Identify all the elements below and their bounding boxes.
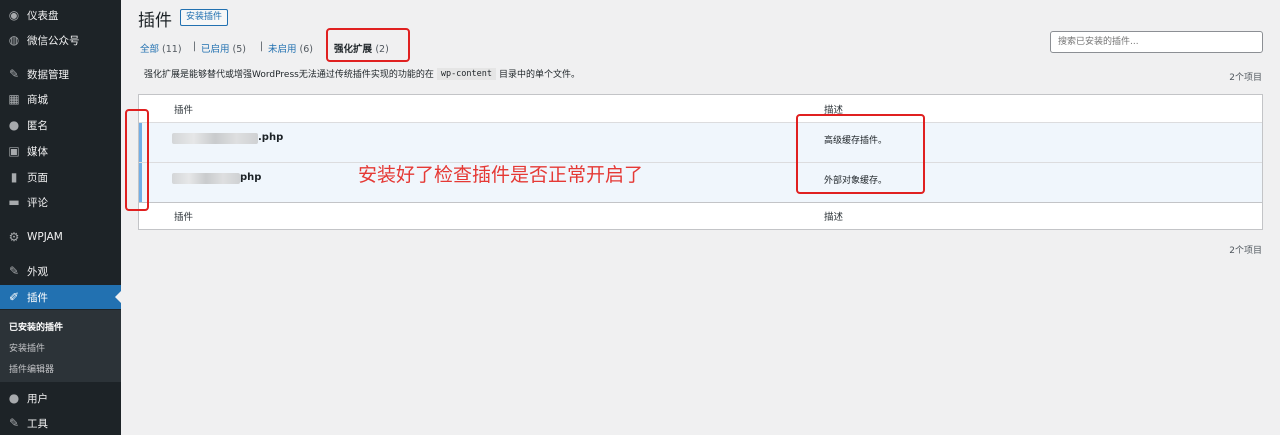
menu-label: 插件 xyxy=(27,291,48,304)
menu-dashboard[interactable]: ◉ 仪表盘 xyxy=(0,3,121,27)
page-icon: ▮ xyxy=(10,170,18,184)
submenu-installed-plugins[interactable]: 已安装的插件 xyxy=(9,320,63,333)
menu-appearance[interactable]: ✎ 外观 xyxy=(0,259,121,283)
menu-data-management[interactable]: ✎ 数据管理 xyxy=(0,62,121,86)
store-icon: ▦ xyxy=(8,92,20,106)
filter-count: (11) xyxy=(162,44,182,55)
filter-count: (6) xyxy=(299,44,314,55)
column-header-plugin[interactable]: 插件 xyxy=(174,102,193,116)
menu-label: 评论 xyxy=(27,196,48,209)
plugins-table: 插件 描述 .php 高级缓存插件。 php 外部对象缓存。 插件 描述 xyxy=(138,94,1263,230)
plugin-icon: ✐ xyxy=(8,290,20,304)
item-count-top: 2个项目 xyxy=(1229,73,1262,83)
menu-store[interactable]: ▦ 商城 xyxy=(0,87,121,111)
filter-inactive[interactable]: 未启用 (6) xyxy=(268,41,313,55)
menu-tools[interactable]: ✎ 工具 xyxy=(0,411,121,435)
dropins-description: 强化扩展是能够替代或增强WordPress无法通过传统插件实现的功能的在 wp-… xyxy=(144,67,580,80)
highlight-box-active-bars xyxy=(125,109,149,211)
menu-label: 数据管理 xyxy=(27,68,69,81)
description-code: wp-content xyxy=(436,67,497,80)
table-footer-divider xyxy=(139,202,1262,203)
blurred-filename xyxy=(172,173,240,184)
column-footer-plugin[interactable]: 插件 xyxy=(174,209,193,223)
blurred-filename xyxy=(172,133,258,144)
search-input[interactable] xyxy=(1050,31,1263,53)
description-text: 目录中的单个文件。 xyxy=(499,70,581,80)
menu-label: 页面 xyxy=(27,171,48,184)
column-footer-description[interactable]: 描述 xyxy=(824,209,843,223)
menu-label: 外观 xyxy=(27,265,48,278)
menu-plugins[interactable]: ✐ 插件 xyxy=(0,285,121,309)
menu-label: 匿名 xyxy=(27,119,48,132)
filter-separator: | xyxy=(193,41,197,52)
plugin-name: php xyxy=(240,172,262,183)
menu-label: 用户 xyxy=(27,392,48,405)
comment-bubble-icon: ● xyxy=(8,118,20,132)
wrench-icon: ✎ xyxy=(8,416,20,430)
add-plugin-button[interactable]: 安装插件 xyxy=(180,9,229,26)
filter-count: (5) xyxy=(232,44,247,55)
comment-icon: ▬ xyxy=(8,195,20,209)
admin-sidebar: ◉ 仪表盘 ◍ 微信公众号 ✎ 数据管理 ▦ 商城 ● 匿名 ▣ 媒体 ▮ 页面 ▬ 评论 ⚙ W… xyxy=(0,0,121,435)
filter-label: 全部 xyxy=(140,44,160,55)
menu-anonymous[interactable]: ● 匿名 xyxy=(0,113,121,137)
gear-icon: ⚙ xyxy=(8,230,20,244)
menu-label: 仪表盘 xyxy=(27,9,59,22)
menu-wechat[interactable]: ◍ 微信公众号 xyxy=(0,28,121,52)
submenu-plugin-editor[interactable]: 插件编辑器 xyxy=(9,362,54,375)
menu-media[interactable]: ▣ 媒体 xyxy=(0,139,121,163)
submenu-add-plugin[interactable]: 安装插件 xyxy=(9,341,45,354)
table-row: .php 高级缓存插件。 xyxy=(139,122,1262,163)
menu-pages[interactable]: ▮ 页面 xyxy=(0,165,121,189)
menu-label: 微信公众号 xyxy=(27,34,80,47)
plugin-name: .php xyxy=(258,132,284,143)
filter-separator: | xyxy=(260,41,264,52)
wechat-icon: ◍ xyxy=(8,33,20,47)
annotation-text: 安装好了检查插件是否正常开启了 xyxy=(358,164,644,186)
menu-label: WPJAM xyxy=(27,231,63,243)
page-title: 插件 xyxy=(138,11,172,31)
menu-wpjam[interactable]: ⚙ WPJAM xyxy=(0,225,121,249)
plugins-submenu: 已安装的插件 安装插件 插件编辑器 xyxy=(0,310,121,382)
filter-active[interactable]: 已启用 (5) xyxy=(201,41,246,55)
media-icon: ▣ xyxy=(8,144,20,158)
filter-all[interactable]: 全部 (11) xyxy=(140,41,182,55)
dashboard-icon: ◉ xyxy=(8,8,20,22)
menu-label: 工具 xyxy=(27,417,48,430)
highlight-box-dropins-tab xyxy=(326,28,410,62)
description-text: 强化扩展是能够替代或增强WordPress无法通过传统插件实现的功能的在 xyxy=(144,70,434,80)
highlight-box-descriptions xyxy=(796,114,925,194)
item-count-bottom: 2个项目 xyxy=(1229,246,1262,256)
menu-comments[interactable]: ▬ 评论 xyxy=(0,190,121,214)
menu-label: 媒体 xyxy=(27,145,48,158)
filter-label: 未启用 xyxy=(268,44,297,55)
appearance-icon: ✎ xyxy=(8,264,20,278)
filter-label: 已启用 xyxy=(201,44,230,55)
menu-label: 商城 xyxy=(27,93,48,106)
pin-icon: ✎ xyxy=(8,67,20,81)
table-row: php 外部对象缓存。 xyxy=(139,162,1262,203)
user-icon: ● xyxy=(8,391,20,405)
menu-users[interactable]: ● 用户 xyxy=(0,386,121,410)
